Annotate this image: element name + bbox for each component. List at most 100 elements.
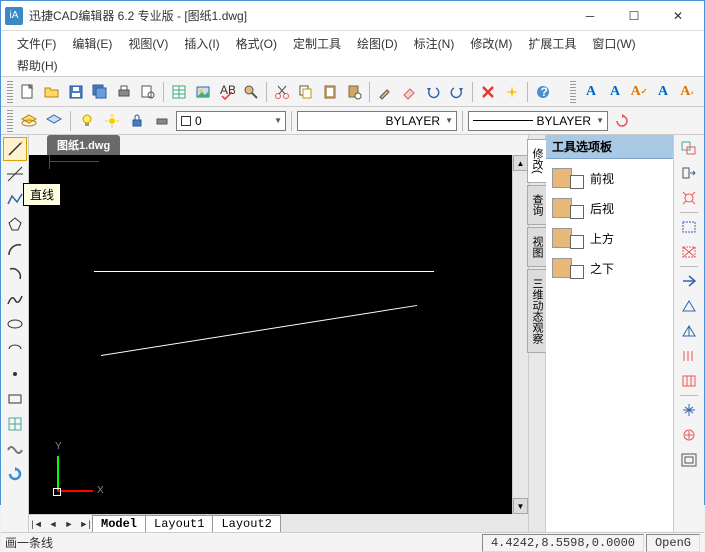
hatch-tool[interactable] bbox=[3, 412, 27, 436]
menu-ext[interactable]: 扩展工具 bbox=[520, 33, 584, 54]
layer-icon[interactable] bbox=[18, 110, 40, 132]
rt-icon-5[interactable] bbox=[677, 241, 701, 263]
arc-tool[interactable] bbox=[3, 237, 27, 261]
menu-edit[interactable]: 编辑(E) bbox=[64, 33, 120, 54]
sparkle-icon[interactable] bbox=[501, 81, 523, 103]
arc2-tool[interactable] bbox=[3, 262, 27, 286]
refresh-icon[interactable] bbox=[611, 110, 633, 132]
doc-tab[interactable]: 图纸1.dwg bbox=[47, 135, 120, 155]
menu-file[interactable]: 文件(F) bbox=[9, 33, 64, 54]
redo-icon[interactable] bbox=[446, 81, 468, 103]
vertical-scrollbar[interactable]: ▲ ▼ bbox=[512, 155, 528, 514]
layout-tab-2[interactable]: Layout2 bbox=[212, 515, 280, 532]
toolbar-grip[interactable] bbox=[7, 81, 13, 103]
text-a1[interactable]: A bbox=[580, 81, 602, 103]
circle-tool[interactable] bbox=[3, 287, 27, 311]
view-bottom[interactable]: 之下 bbox=[550, 253, 669, 283]
close-button[interactable]: ✕ bbox=[656, 2, 700, 30]
rt-icon-6[interactable] bbox=[677, 270, 701, 292]
rectangle-tool[interactable] bbox=[3, 387, 27, 411]
point-tool[interactable] bbox=[3, 362, 27, 386]
menu-insert[interactable]: 插入(I) bbox=[176, 33, 227, 54]
save-icon[interactable] bbox=[65, 81, 87, 103]
rt-icon-4[interactable] bbox=[677, 216, 701, 238]
delete-icon[interactable] bbox=[477, 81, 499, 103]
rt-icon-2[interactable] bbox=[677, 162, 701, 184]
paste-special-icon[interactable] bbox=[343, 81, 365, 103]
color-dropdown[interactable]: BYLAYER bbox=[297, 111, 457, 131]
table-icon[interactable] bbox=[168, 81, 190, 103]
copy-icon[interactable] bbox=[295, 81, 317, 103]
tab-next-button[interactable]: ► bbox=[61, 516, 77, 532]
scroll-up-button[interactable]: ▲ bbox=[513, 155, 528, 171]
polygon-tool[interactable] bbox=[3, 212, 27, 236]
refresh-tool[interactable] bbox=[3, 462, 27, 486]
paste-icon[interactable] bbox=[319, 81, 341, 103]
menu-modify[interactable]: 修改(M) bbox=[462, 33, 520, 54]
match-prop-icon[interactable] bbox=[374, 81, 396, 103]
print-preview-icon[interactable] bbox=[137, 81, 159, 103]
open-icon[interactable] bbox=[41, 81, 63, 103]
text-a5[interactable]: A₁ bbox=[676, 81, 698, 103]
rt-icon-11[interactable] bbox=[677, 399, 701, 421]
ellipse-arc-tool[interactable] bbox=[3, 337, 27, 361]
cut-icon[interactable] bbox=[271, 81, 293, 103]
rt-icon-9[interactable] bbox=[677, 345, 701, 367]
toolbar-grip[interactable] bbox=[570, 81, 576, 103]
text-a3[interactable]: A✓ bbox=[628, 81, 650, 103]
tab-prev-button[interactable]: ◄ bbox=[45, 516, 61, 532]
rt-icon-10[interactable] bbox=[677, 370, 701, 392]
ellipse-tool[interactable] bbox=[3, 312, 27, 336]
tab-first-button[interactable]: |◄ bbox=[29, 516, 45, 532]
rt-icon-13[interactable] bbox=[677, 449, 701, 471]
text-a2[interactable]: A bbox=[604, 81, 626, 103]
layer-dropdown[interactable]: 0 bbox=[176, 111, 286, 131]
new-doc-icon[interactable] bbox=[17, 81, 39, 103]
menu-format[interactable]: 格式(O) bbox=[228, 33, 285, 54]
view-front[interactable]: 前视 bbox=[550, 163, 669, 193]
print-icon[interactable] bbox=[113, 81, 135, 103]
help-icon[interactable]: ? bbox=[532, 81, 554, 103]
image-icon[interactable] bbox=[192, 81, 214, 103]
line-tool[interactable] bbox=[3, 137, 27, 161]
lock-icon[interactable] bbox=[126, 110, 148, 132]
view-back[interactable]: 后视 bbox=[550, 193, 669, 223]
rt-icon-7[interactable] bbox=[677, 295, 701, 317]
print-layer-icon[interactable] bbox=[151, 110, 173, 132]
text-tool[interactable] bbox=[3, 437, 27, 461]
vtab-modify[interactable]: 修改( bbox=[527, 139, 547, 183]
eraser-icon[interactable] bbox=[398, 81, 420, 103]
vtab-orbit[interactable]: 三维动态观察 bbox=[527, 269, 547, 353]
scroll-down-button[interactable]: ▼ bbox=[513, 498, 528, 514]
linetype-dropdown[interactable]: BYLAYER bbox=[468, 111, 608, 131]
sun-icon[interactable] bbox=[101, 110, 123, 132]
rt-icon-12[interactable] bbox=[677, 424, 701, 446]
save-all-icon[interactable] bbox=[89, 81, 111, 103]
rt-icon-3[interactable] bbox=[677, 187, 701, 209]
rt-icon-8[interactable] bbox=[677, 320, 701, 342]
menu-view[interactable]: 视图(V) bbox=[120, 33, 176, 54]
drawing-canvas[interactable]: Y X bbox=[29, 155, 512, 514]
minimize-button[interactable]: ─ bbox=[568, 2, 612, 30]
menu-help[interactable]: 帮助(H) bbox=[9, 55, 66, 76]
spell-icon[interactable]: ABC bbox=[216, 81, 238, 103]
menu-window[interactable]: 窗口(W) bbox=[584, 33, 643, 54]
bulb-icon[interactable] bbox=[76, 110, 98, 132]
layout-tab-model[interactable]: Model bbox=[92, 515, 146, 532]
vtab-query[interactable]: 查询 bbox=[527, 185, 547, 225]
undo-icon[interactable] bbox=[422, 81, 444, 103]
layer-prev-icon[interactable] bbox=[43, 110, 65, 132]
vtab-view[interactable]: 视图 bbox=[527, 227, 547, 267]
menu-dim[interactable]: 标注(N) bbox=[406, 33, 463, 54]
view-top[interactable]: 上方 bbox=[550, 223, 669, 253]
maximize-button[interactable]: ☐ bbox=[612, 2, 656, 30]
text-a4[interactable]: A bbox=[652, 81, 674, 103]
toolbar-grip[interactable] bbox=[7, 110, 13, 132]
rt-icon-1[interactable] bbox=[677, 137, 701, 159]
search-icon[interactable] bbox=[240, 81, 262, 103]
horizontal-scrollbar[interactable] bbox=[281, 514, 528, 532]
menu-custom[interactable]: 定制工具 bbox=[285, 33, 349, 54]
layout-tab-1[interactable]: Layout1 bbox=[145, 515, 213, 532]
tab-last-button[interactable]: ►| bbox=[77, 516, 93, 532]
menu-draw[interactable]: 绘图(D) bbox=[349, 33, 406, 54]
